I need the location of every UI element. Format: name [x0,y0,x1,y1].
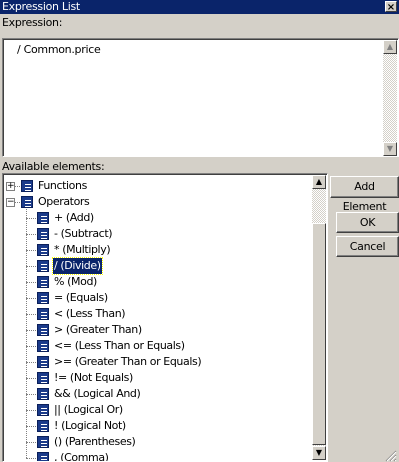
expression-label: Expression: [2,16,63,29]
list-icon [37,292,49,304]
window-title: Expression List [2,0,80,13]
ok-button[interactable]: OK [336,212,399,233]
expand-icon[interactable]: + [6,182,15,191]
list-icon [37,404,49,416]
elements-tree[interactable]: Functions + Operators − + (Add) - (Subtract) *… [2,173,328,462]
scroll-up-button[interactable]: ▲ [312,175,326,189]
title-bar[interactable]: Expression List × [0,0,399,14]
tree-connector [26,458,36,460]
tree-node-label: Operators [38,195,90,208]
tree-node-label: / (Divide) [52,257,103,275]
list-icon [37,436,49,448]
list-icon [37,308,49,320]
cancel-button[interactable]: Cancel [336,236,399,257]
tree-node-label: () (Parentheses) [54,435,136,448]
scroll-up-button[interactable]: ▲ [383,40,397,54]
list-icon [37,260,49,272]
list-icon [37,356,49,368]
tree-node-label: < (Less Than) [54,307,126,320]
resize-grip-icon[interactable] [383,448,397,462]
list-icon [21,180,33,192]
list-icon [37,276,49,288]
list-icon [37,420,49,432]
scroll-down-button[interactable]: ▼ [312,446,326,460]
list-icon [21,196,33,208]
tree-connector [15,186,20,188]
tree-node-label: = (Equals) [54,291,108,304]
available-elements-label: Available elements: [2,160,105,173]
list-icon [37,372,49,384]
tree-connector [26,206,28,458]
list-icon [37,324,49,336]
scroll-thumb[interactable] [312,223,326,445]
tree-node-label: + (Add) [54,211,94,224]
tree-node-label: >= (Greater Than or Equals) [54,355,202,368]
tree-node-label: - (Subtract) [54,227,113,240]
tree-node-label: > (Greater Than) [54,323,142,336]
expression-value: / Common.price [17,43,101,56]
tree-node-label: % (Mod) [54,275,97,288]
list-icon [37,244,49,256]
list-icon [37,228,49,240]
list-icon [37,452,49,461]
tree-node-label: || (Logical Or) [54,403,123,416]
close-button[interactable]: × [385,1,397,13]
tree-node-label: * (Multiply) [54,243,111,256]
tree-node-label: <= (Less Than or Equals) [54,339,185,352]
list-icon [37,388,49,400]
tree-node-label: ! (Logical Not) [54,419,126,432]
tree-node-label: , (Comma) [54,451,109,462]
tree-scrollbar[interactable]: ▲ ▼ [312,175,326,460]
tree-node-label: && (Logical And) [54,387,141,400]
expression-textarea[interactable]: / Common.price ▲ ▼ [2,38,399,157]
tree-connector [15,202,20,204]
collapse-icon[interactable]: − [6,198,15,207]
tree-node-label: Functions [38,179,87,192]
add-element-button[interactable]: Add Element [330,176,399,213]
list-icon [37,340,49,352]
list-icon [37,212,49,224]
scroll-down-button[interactable]: ▼ [383,142,397,156]
tree-node-label: != (Not Equals) [54,371,133,384]
expression-scrollbar[interactable]: ▲ ▼ [383,40,397,156]
